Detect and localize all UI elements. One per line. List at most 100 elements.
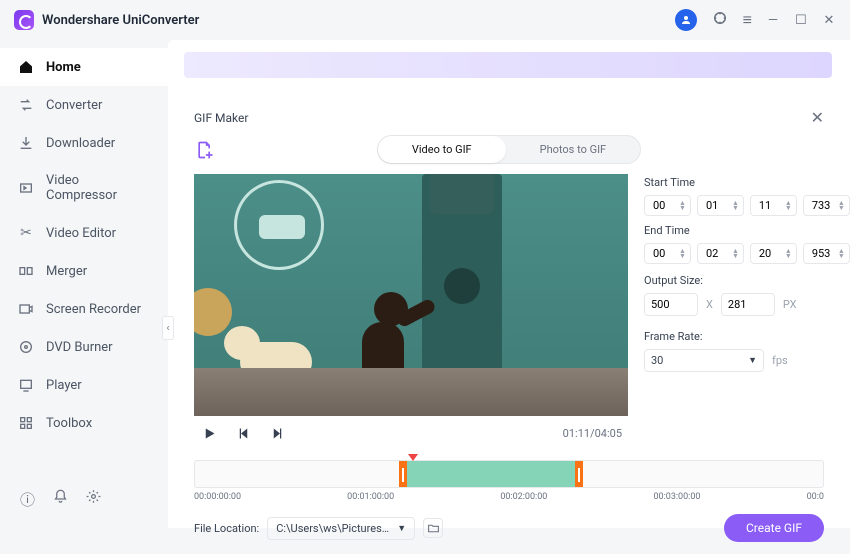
sidebar-item-label: Screen Recorder (46, 302, 141, 317)
start-seconds-stepper[interactable]: ▲▼ (750, 195, 797, 216)
background-banner (184, 52, 832, 78)
add-file-button[interactable] (194, 139, 216, 161)
output-height-input[interactable] (721, 293, 775, 316)
modal-title: GIF Maker (194, 111, 248, 125)
start-hours-stepper[interactable]: ▲▼ (644, 195, 691, 216)
converter-icon (18, 97, 34, 113)
tick-label: 00:00:00:00 (194, 492, 241, 502)
sidebar-item-toolbox[interactable]: Toolbox (0, 404, 168, 442)
tick-label: 00:01:00:00 (347, 492, 394, 502)
output-width-input[interactable] (644, 293, 698, 316)
tick-label: 00:0 (807, 492, 824, 502)
end-seconds-input[interactable] (759, 247, 783, 260)
playhead-icon[interactable] (408, 454, 418, 461)
timeline-track[interactable] (194, 460, 824, 488)
sidebar-item-label: Merger (46, 264, 87, 279)
end-seconds-stepper[interactable]: ▲▼ (750, 243, 797, 264)
end-ms-input[interactable] (812, 247, 836, 260)
maximize-button[interactable]: ☐ (794, 13, 808, 27)
end-time-label: End Time (644, 224, 850, 237)
frame-rate-select[interactable]: 30 ▼ (644, 349, 764, 372)
help-icon[interactable]: ⓘ (20, 489, 35, 510)
download-icon (18, 135, 34, 151)
sidebar-item-downloader[interactable]: Downloader (0, 124, 168, 162)
sidebar-item-label: Player (46, 378, 82, 393)
timeline: 00:00:00:00 00:01:00:00 00:02:00:00 00:0… (194, 460, 824, 502)
minimize-button[interactable]: — (766, 13, 780, 27)
size-x: X (706, 298, 713, 311)
sidebar-item-converter[interactable]: Converter (0, 86, 168, 124)
sidebar: Home Converter Downloader Video Compress… (0, 40, 168, 528)
sidebar-item-home[interactable]: Home (0, 48, 168, 86)
titlebar: Wondershare UniConverter ≡ — ☐ ✕ (0, 0, 850, 40)
play-button[interactable] (200, 424, 218, 442)
content-area: ‹ GIF Maker ✕ Video to GIF Photos to GIF (168, 40, 850, 528)
sidebar-item-label: Converter (46, 98, 102, 113)
tick-label: 00:02:00:00 (500, 492, 547, 502)
file-location-select[interactable]: C:\Users\ws\Pictures\Wonders ▼ (267, 517, 415, 540)
settings-icon[interactable] (86, 489, 101, 510)
start-hours-input[interactable] (653, 199, 677, 212)
end-minutes-input[interactable] (706, 247, 730, 260)
toolbox-icon (18, 415, 34, 431)
sidebar-item-label: Video Editor (46, 226, 116, 241)
dvd-icon (18, 339, 34, 355)
start-minutes-stepper[interactable]: ▲▼ (697, 195, 744, 216)
notifications-icon[interactable] (53, 489, 68, 510)
sidebar-item-label: Home (46, 60, 81, 75)
compressor-icon (18, 180, 34, 196)
timeline-ticks: 00:00:00:00 00:01:00:00 00:02:00:00 00:0… (194, 492, 824, 502)
mode-tabs: Video to GIF Photos to GIF (377, 135, 641, 164)
sidebar-item-compressor[interactable]: Video Compressor (0, 162, 168, 214)
tab-video-to-gif[interactable]: Video to GIF (378, 136, 506, 163)
sidebar-item-label: Video Compressor (46, 173, 150, 203)
timeline-end-handle[interactable] (575, 461, 583, 487)
app-logo-icon (14, 10, 34, 30)
next-frame-button[interactable] (268, 424, 286, 442)
options-panel: Start Time ▲▼ ▲▼ ▲▼ ▲▼ End Time ▲▼ ▲▼ ▲▼… (644, 174, 850, 450)
end-ms-stepper[interactable]: ▲▼ (803, 243, 850, 264)
home-icon (18, 59, 34, 75)
video-preview[interactable] (194, 174, 628, 416)
gif-maker-modal: GIF Maker ✕ Video to GIF Photos to GIF (178, 98, 840, 522)
account-avatar-icon[interactable] (675, 9, 697, 31)
create-gif-button[interactable]: Create GIF (724, 514, 824, 542)
support-icon[interactable] (711, 9, 729, 31)
frame-rate-label: Frame Rate: (644, 330, 850, 343)
start-ms-input[interactable] (812, 199, 836, 212)
chevron-down-icon: ▼ (748, 355, 757, 366)
end-hours-stepper[interactable]: ▲▼ (644, 243, 691, 264)
close-modal-button[interactable]: ✕ (811, 108, 824, 127)
sidebar-item-dvd[interactable]: DVD Burner (0, 328, 168, 366)
sidebar-item-player[interactable]: Player (0, 366, 168, 404)
sidebar-item-label: DVD Burner (46, 340, 113, 355)
output-size-label: Output Size: (644, 274, 850, 287)
recorder-icon (18, 301, 34, 317)
chevron-down-icon: ▼ (397, 523, 406, 534)
scissors-icon: ✂ (18, 225, 34, 241)
close-window-button[interactable]: ✕ (822, 13, 836, 27)
sidebar-item-recorder[interactable]: Screen Recorder (0, 290, 168, 328)
start-seconds-input[interactable] (759, 199, 783, 212)
open-folder-button[interactable] (423, 518, 443, 538)
sidebar-item-label: Downloader (46, 136, 115, 151)
merger-icon (18, 263, 34, 279)
prev-frame-button[interactable] (234, 424, 252, 442)
tab-photos-to-gif[interactable]: Photos to GIF (506, 136, 641, 163)
end-minutes-stepper[interactable]: ▲▼ (697, 243, 744, 264)
start-ms-stepper[interactable]: ▲▼ (803, 195, 850, 216)
app-title: Wondershare UniConverter (42, 13, 199, 28)
start-minutes-input[interactable] (706, 199, 730, 212)
time-display: 01:11/04:05 (563, 427, 622, 440)
fps-label: fps (772, 354, 788, 367)
start-time-label: Start Time (644, 176, 850, 189)
timeline-selection (399, 461, 583, 487)
menu-icon[interactable]: ≡ (743, 10, 752, 30)
sidebar-item-editor[interactable]: ✂ Video Editor (0, 214, 168, 252)
file-location-value: C:\Users\ws\Pictures\Wonders (276, 522, 393, 535)
end-hours-input[interactable] (653, 247, 677, 260)
file-location-label: File Location: (194, 522, 259, 535)
timeline-start-handle[interactable] (399, 461, 407, 487)
sidebar-item-merger[interactable]: Merger (0, 252, 168, 290)
collapse-sidebar-button[interactable]: ‹ (162, 316, 174, 340)
